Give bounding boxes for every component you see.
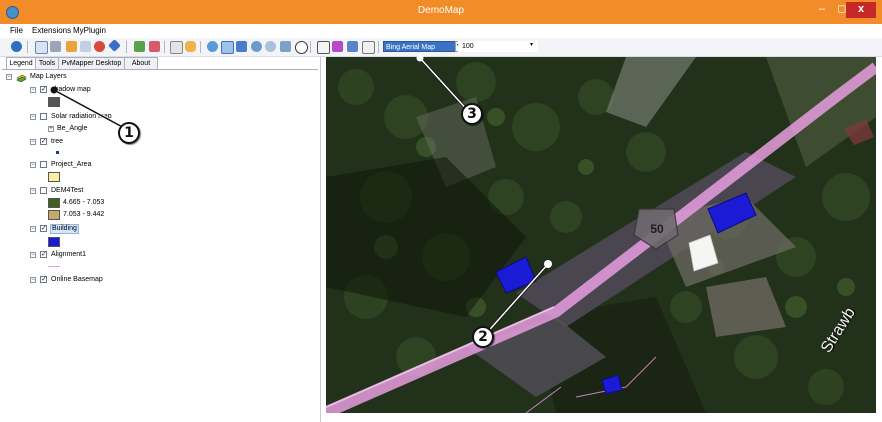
callout-2: 2 (472, 326, 494, 348)
callout-pointers (50, 54, 552, 337)
callout-3: 3 (461, 103, 483, 125)
callout-1: 1 (118, 122, 140, 144)
